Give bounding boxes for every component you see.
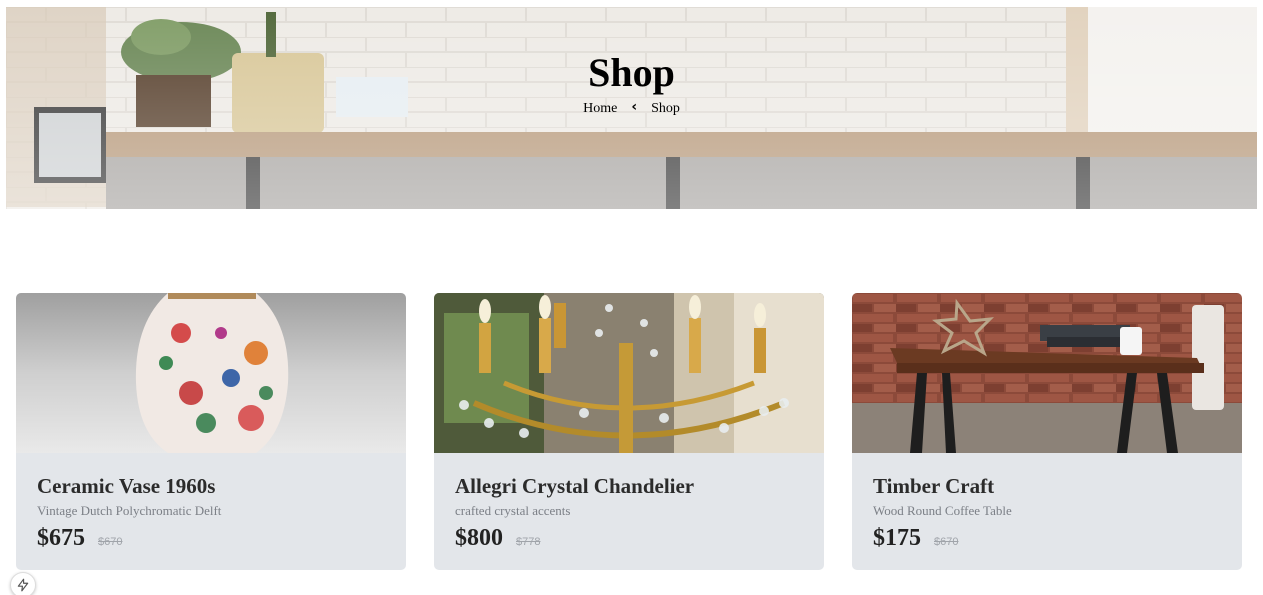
card-body: Ceramic Vase 1960s Vintage Dutch Polychr… (16, 453, 406, 552)
breadcrumb-home-link[interactable]: Home (583, 101, 617, 117)
product-card[interactable]: Timber Craft Wood Round Coffee Table $17… (852, 293, 1242, 570)
product-title: Timber Craft (873, 474, 995, 498)
hero-content: Shop Home ‹ Shop (6, 51, 1257, 117)
product-title: Ceramic Vase 1960s (37, 474, 216, 498)
product-old-price: $670 (934, 536, 959, 548)
product-subtitle: Vintage Dutch Polychromatic Delft (37, 503, 222, 518)
hero-banner: Shop Home ‹ Shop (6, 7, 1257, 209)
price-row: $175 $670 (873, 525, 1221, 552)
lightning-bolt-button[interactable] (10, 572, 36, 595)
product-price: $800 (455, 525, 503, 551)
product-old-price: $778 (516, 536, 541, 548)
page-title: Shop (588, 50, 675, 95)
product-price: $675 (37, 525, 85, 551)
chandelier-image (434, 293, 824, 453)
breadcrumb: Home ‹ Shop (6, 99, 1257, 117)
price-row: $800 $778 (455, 525, 803, 552)
product-old-price: $670 (98, 536, 123, 548)
product-title: Allegri Crystal Chandelier (455, 474, 695, 498)
coffee-table-image (852, 293, 1242, 453)
price-row: $675 $670 (37, 525, 385, 552)
product-subtitle: Wood Round Coffee Table (873, 503, 1012, 518)
vase-image (16, 293, 406, 453)
product-subtitle: crafted crystal accents (455, 503, 571, 518)
product-card[interactable]: Allegri Crystal Chandelier crafted cryst… (434, 293, 824, 570)
chevron-left-icon: ‹ (631, 99, 638, 115)
lightning-bolt-icon (17, 578, 29, 592)
product-grid: Ceramic Vase 1960s Vintage Dutch Polychr… (16, 293, 1242, 570)
card-body: Allegri Crystal Chandelier crafted cryst… (434, 453, 824, 552)
breadcrumb-current: Shop (651, 101, 680, 116)
product-price: $175 (873, 525, 921, 551)
card-body: Timber Craft Wood Round Coffee Table $17… (852, 453, 1242, 552)
product-card[interactable]: Ceramic Vase 1960s Vintage Dutch Polychr… (16, 293, 406, 570)
